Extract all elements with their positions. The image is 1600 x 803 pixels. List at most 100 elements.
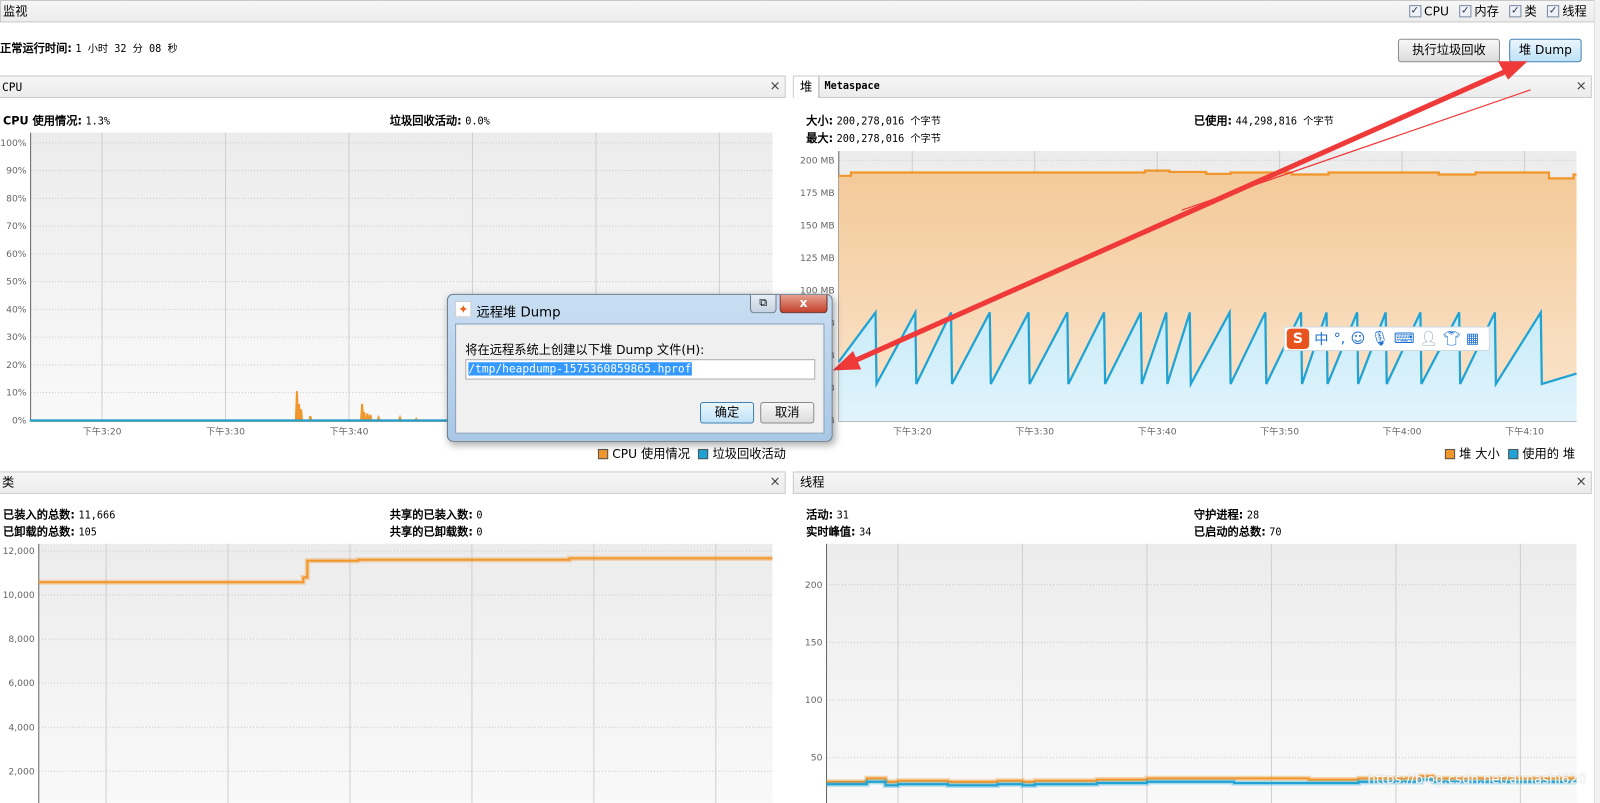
cpu-legend: CPU 使用情况 垃圾回收活动 xyxy=(590,445,786,462)
microphone-icon[interactable]: 🎙︎ xyxy=(1370,331,1388,347)
uptime-value: 1 小时 32 分 08 秒 xyxy=(75,43,178,56)
punctuation-icon[interactable]: °, xyxy=(1334,331,1346,347)
toggle-classes[interactable]: ✓ 类 xyxy=(1509,1,1537,21)
x-tick-label: 下午3:20 xyxy=(893,426,932,438)
stat-label: 垃圾回收活动: xyxy=(389,114,462,128)
perform-gc-button[interactable]: 执行垃圾回收 xyxy=(1397,38,1500,63)
stat-label: 已装入的总数: xyxy=(3,508,75,522)
tab-heap[interactable]: 堆 xyxy=(793,76,820,98)
heap-dump-button[interactable]: 堆 Dump xyxy=(1509,38,1582,63)
checkbox-checked-icon[interactable]: ✓ xyxy=(1408,5,1421,18)
classes-chart: 2,000 4,000 6,000 8,000 10,000 12,000 xyxy=(3,543,773,803)
y-tick-label: 30% xyxy=(6,332,27,343)
legend-swatch-blue xyxy=(698,448,709,459)
plot-area xyxy=(38,543,773,803)
classes-unloaded-stat: 已卸载的总数: 105 xyxy=(3,523,97,539)
heap-legend: 堆 大小 使用的 堆 xyxy=(1437,445,1575,462)
dump-path-value: /tmp/heapdump-1575360859865.hprof xyxy=(468,362,692,376)
stat-value: 34 xyxy=(859,527,872,539)
stat-value: 28 xyxy=(1246,510,1260,522)
stat-value: 0.0% xyxy=(465,116,490,128)
legend-label: 使用的 堆 xyxy=(1522,446,1576,462)
gc-activity-stat: 垃圾回收活动: 0.0% xyxy=(390,112,490,128)
heap-size-stat: 大小: 200,278,016 个字节 xyxy=(806,112,941,128)
series-area-0 xyxy=(838,170,1577,422)
threads-panel-title: 线程 xyxy=(799,475,825,490)
visualvm-app-icon: ✦ xyxy=(455,301,472,318)
y-tick-label: 6,000 xyxy=(8,678,34,689)
cpu-usage-stat: CPU 使用情况: 1.3% xyxy=(3,112,110,128)
shared-unloaded-stat: 共享的已卸载数: 0 xyxy=(390,523,483,539)
toggle-memory[interactable]: ✓ 内存 xyxy=(1459,1,1499,21)
y-tick-label: 200 MB xyxy=(800,155,835,166)
y-tick-label: 100 xyxy=(805,695,823,706)
y-tick-label: 200 xyxy=(805,580,823,591)
sogou-logo-icon[interactable]: S xyxy=(1286,328,1310,349)
annotation-thin-line xyxy=(1181,89,1531,211)
x-tick-label: 下午3:40 xyxy=(1138,426,1177,438)
legend-label: 堆 大小 xyxy=(1459,446,1500,462)
y-tick-label: 12,000 xyxy=(3,546,35,557)
toggle-label: 线程 xyxy=(1562,4,1587,19)
x-tick-label: 下午3:50 xyxy=(1260,426,1299,438)
dialog-close-button[interactable]: x xyxy=(779,294,828,314)
stat-label: 共享的已卸载数: xyxy=(389,525,473,539)
stat-value: 0 xyxy=(476,510,483,522)
ok-button[interactable]: 确定 xyxy=(699,402,755,424)
watermark: https://blog.csdn.net/aimashi620 xyxy=(1367,772,1587,788)
checkbox-checked-icon[interactable]: ✓ xyxy=(1509,5,1522,18)
cpu-panel-header: CPU × xyxy=(0,75,786,98)
dump-path-input[interactable]: /tmp/heapdump-1575360859865.hprof xyxy=(465,359,816,380)
y-tick-label: 90% xyxy=(6,166,27,177)
emoji-icon[interactable]: ☺ xyxy=(1350,331,1365,347)
y-tick-label: 4,000 xyxy=(8,722,34,733)
stat-value: 200,278,016 个字节 xyxy=(836,116,941,128)
stat-value: 105 xyxy=(78,527,97,539)
stat-label: 已卸载的总数: xyxy=(3,525,75,539)
skin-shirt-icon[interactable]: 👕︎ xyxy=(1443,331,1461,347)
close-icon[interactable]: × xyxy=(769,77,780,97)
close-icon[interactable]: × xyxy=(1576,472,1587,492)
grid-menu-icon[interactable]: ▦ xyxy=(1466,331,1480,347)
close-icon[interactable]: × xyxy=(769,472,780,492)
toggle-cpu[interactable]: ✓ CPU xyxy=(1408,1,1449,21)
ime-toolbar: S 中 °, ☺ 🎙︎ ⌨ 👤︎ 👕︎ ▦ xyxy=(1283,326,1490,352)
x-tick-label: 下午3:20 xyxy=(83,426,122,438)
keyboard-icon[interactable]: ⌨ xyxy=(1394,331,1415,347)
stat-label: CPU 使用情况: xyxy=(3,114,82,128)
monitor-title: 监视 xyxy=(3,4,28,19)
y-tick-label: 125 MB xyxy=(800,253,835,264)
threads-chart: 50 100 150 200 xyxy=(805,543,1577,803)
stat-label: 大小: xyxy=(806,114,834,128)
stat-label: 最大: xyxy=(806,131,834,145)
heap-used-stat: 已使用: 44,298,816 个字节 xyxy=(1194,112,1334,128)
x-tick-label: 下午3:40 xyxy=(330,426,369,438)
vertical-scrollbar[interactable] xyxy=(1593,0,1600,803)
checkbox-checked-icon[interactable]: ✓ xyxy=(1546,5,1560,18)
user-icon[interactable]: 👤︎ xyxy=(1419,331,1437,347)
chinese-mode-icon[interactable]: 中 xyxy=(1314,329,1328,349)
y-tick-label: 8,000 xyxy=(8,634,34,645)
restore-button[interactable]: ⧉ xyxy=(749,294,777,314)
y-tick-label: 150 xyxy=(805,637,823,648)
cancel-button[interactable]: 取消 xyxy=(760,402,815,424)
stat-value: 44,298,816 个字节 xyxy=(1235,116,1334,128)
stat-label: 已启动的总数: xyxy=(1193,525,1266,539)
toggle-threads[interactable]: ✓ 线程 xyxy=(1546,1,1587,21)
series-line-0 xyxy=(38,557,773,584)
x-tick-label: 下午4:10 xyxy=(1505,426,1544,438)
legend-swatch-orange xyxy=(1444,448,1456,459)
arrowhead-to-dialog xyxy=(832,351,862,371)
shared-loaded-stat: 共享的已装入数: 0 xyxy=(390,506,483,522)
checkbox-checked-icon[interactable]: ✓ xyxy=(1459,5,1472,18)
threads-panel-header: 线程 × xyxy=(792,471,1592,494)
plot-area xyxy=(826,543,1577,803)
threads-live-stat: 活动: 31 xyxy=(806,506,849,522)
toggle-label: 内存 xyxy=(1474,4,1499,19)
plot-area xyxy=(838,151,1577,422)
close-icon[interactable]: × xyxy=(1576,77,1587,97)
legend-swatch-blue xyxy=(1507,448,1519,459)
dialog-body: 将在远程系统上创建以下堆 Dump 文件(H): /tmp/heapdump-1… xyxy=(455,323,825,434)
tab-metaspace[interactable]: Metaspace xyxy=(818,77,886,98)
stat-value: 0 xyxy=(476,527,483,539)
